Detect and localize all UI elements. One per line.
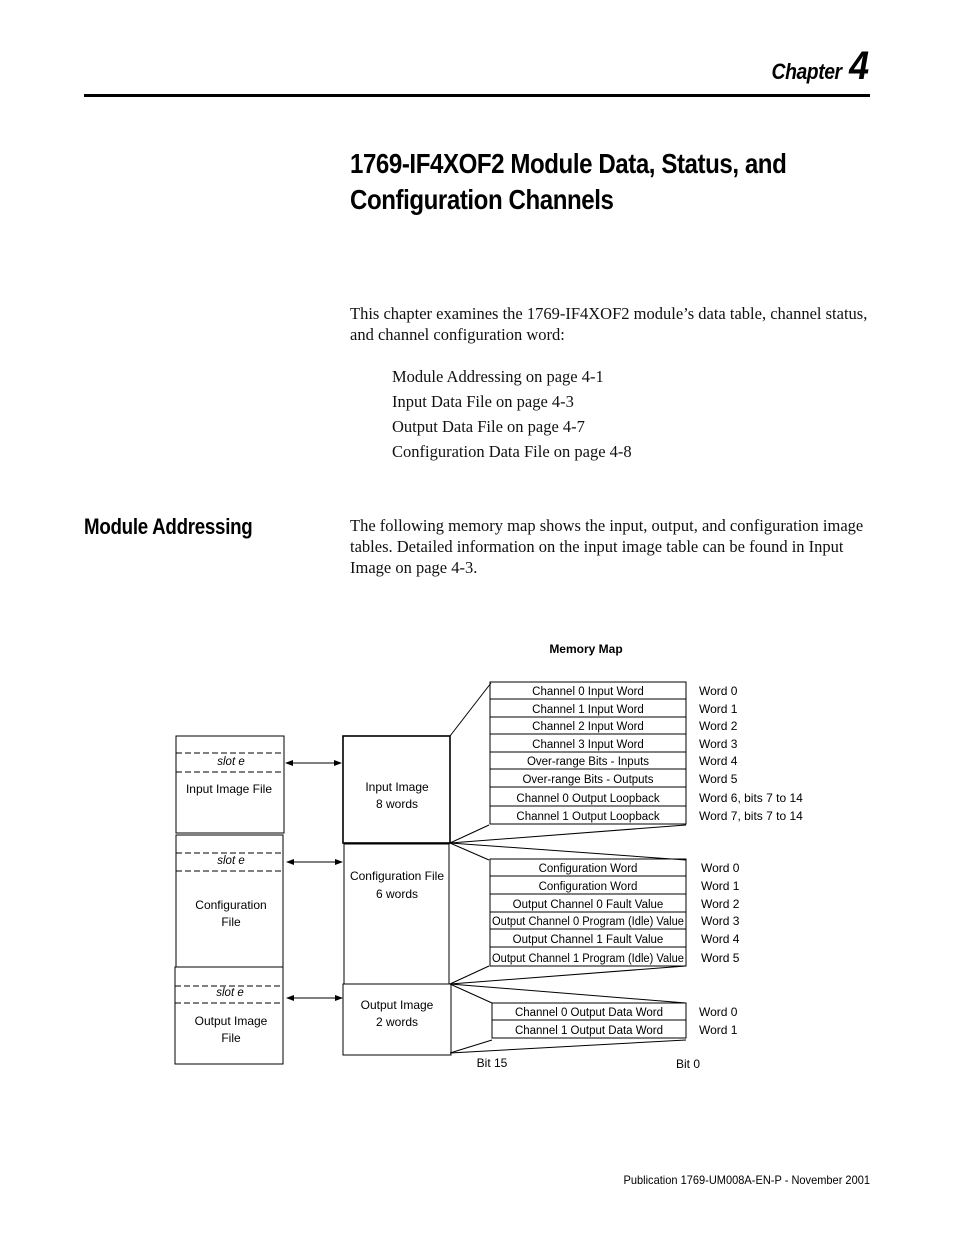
slot-label: slot e <box>216 987 244 999</box>
slot-label: slot e <box>217 855 245 867</box>
word-name: Output Channel 0 Program (Idle) Value <box>492 916 684 928</box>
middle-block-configuration-file: Configuration File 6 words <box>343 843 450 985</box>
block-label: 6 words <box>376 887 418 901</box>
block-label: 2 words <box>376 1015 418 1029</box>
word-index: Word 7, bits 7 to 14 <box>699 809 803 823</box>
word-name: Output Channel 0 Fault Value <box>513 899 664 911</box>
file-label: Output Image <box>195 1014 268 1028</box>
file-label: File <box>221 1031 241 1045</box>
word-index: Word 5 <box>701 951 740 965</box>
file-label: Configuration <box>195 898 266 912</box>
word-index: Word 3 <box>699 737 738 751</box>
word-row: Output Channel 1 Fault Value Word 4 <box>489 928 740 948</box>
left-file-output: slot e Output Image File <box>174 966 284 1065</box>
word-index: Word 1 <box>699 1023 738 1037</box>
word-name: Channel 1 Input Word <box>532 704 644 716</box>
word-row: Channel 1 Output Data Word Word 1 <box>491 1019 738 1039</box>
slot-label: slot e <box>217 756 245 768</box>
word-row: Channel 0 Output Loopback Word 6, bits 7 … <box>489 786 803 807</box>
input-image-table: Channel 0 Input Word Word 0Channel 1 Inpu… <box>489 681 803 825</box>
word-index: Word 2 <box>699 719 738 733</box>
middle-block-input-image: Input Image 8 words <box>342 735 451 844</box>
word-name: Channel 0 Output Data Word <box>515 1007 663 1019</box>
word-index: Word 0 <box>699 684 738 698</box>
word-name: Channel 1 Output Loopback <box>516 811 659 823</box>
word-index: Word 3 <box>701 914 740 928</box>
word-name: Over-range Bits - Inputs <box>527 756 649 768</box>
memory-map-diagram: Memory Map slot e Input Image File slot … <box>174 642 803 1071</box>
word-name: Channel 0 Input Word <box>532 686 644 698</box>
word-name: Over-range Bits - Outputs <box>522 774 653 786</box>
output-image-table: Channel 0 Output Data Word Word 0Channel … <box>491 1002 738 1039</box>
word-name: Channel 2 Input Word <box>532 721 644 733</box>
word-row: Channel 3 Input Word Word 3 <box>489 733 738 753</box>
word-row: Channel 1 Input Word Word 1 <box>489 698 738 718</box>
middle-block-output-image: Output Image 2 words <box>342 983 452 1056</box>
word-name: Channel 1 Output Data Word <box>515 1025 663 1037</box>
word-row: Output Channel 0 Fault Value Word 2 <box>489 893 740 913</box>
file-label: Input Image File <box>186 782 272 796</box>
memory-map-title: Memory Map <box>549 642 622 656</box>
word-name: Channel 0 Output Loopback <box>516 793 659 805</box>
block-label: Input Image <box>365 780 429 794</box>
block-label: 8 words <box>376 797 418 811</box>
word-row: Channel 2 Input Word Word 2 <box>489 716 738 735</box>
block-label: Configuration File <box>350 869 444 883</box>
word-index: Word 0 <box>701 861 740 875</box>
word-name: Channel 3 Input Word <box>532 739 644 751</box>
bit-15-label: Bit 15 <box>477 1056 508 1070</box>
word-index: Word 4 <box>699 754 738 768</box>
word-row: Channel 1 Output Loopback Word 7, bits 7 … <box>489 805 803 825</box>
word-index: Word 0 <box>699 1005 738 1019</box>
word-index: Word 5 <box>699 772 738 786</box>
word-name: Output Channel 1 Fault Value <box>513 934 664 946</box>
word-row: Over-range Bits - Outputs Word 5 <box>489 768 738 788</box>
word-row: Configuration Word Word 0 <box>489 858 740 877</box>
word-index: Word 1 <box>699 702 738 716</box>
word-row: Over-range Bits - Inputs Word 4 <box>489 751 738 770</box>
block-label: Output Image <box>361 998 434 1012</box>
word-row: Output Channel 0 Program (Idle) Value Wor… <box>489 911 740 930</box>
publication-footer: Publication 1769-UM008A-EN-P - November … <box>623 1173 870 1187</box>
word-row: Output Channel 1 Program (Idle) Value Wor… <box>489 946 740 967</box>
word-name: Configuration Word <box>539 863 638 875</box>
file-label: File <box>221 915 241 929</box>
word-index: Word 6, bits 7 to 14 <box>699 791 803 805</box>
word-index: Word 1 <box>701 879 740 893</box>
word-index: Word 2 <box>701 897 740 911</box>
bit-0-label: Bit 0 <box>676 1057 700 1071</box>
word-row: Channel 0 Output Data Word Word 0 <box>491 1002 738 1021</box>
word-row: Configuration Word Word 1 <box>489 875 740 895</box>
word-index: Word 4 <box>701 932 740 946</box>
word-row: Channel 0 Input Word Word 0 <box>489 681 738 700</box>
word-name: Output Channel 1 Program (Idle) Value <box>492 953 684 965</box>
word-name: Configuration Word <box>539 881 638 893</box>
left-file-input: slot e Input Image File <box>175 735 285 834</box>
configuration-table: Configuration Word Word 0Configuration Wo… <box>489 858 740 967</box>
left-file-configuration: slot e Configuration File <box>175 834 284 968</box>
